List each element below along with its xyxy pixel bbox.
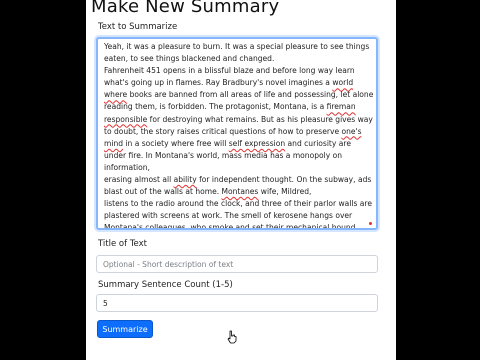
textarea-line: Fahrenheit 451 opens in a blissful blaze…	[104, 66, 355, 76]
textarea-line: blast out of the walls at home. Montanes…	[104, 187, 312, 197]
hand-cursor-icon	[227, 330, 237, 344]
textarea-line: listens to the radio around the clock, a…	[104, 199, 373, 209]
text-to-summarize-label: Text to Summarize	[98, 22, 178, 32]
textarea-line: to doubt, the story raises critical ques…	[104, 126, 362, 136]
page-title: Make New Summary	[91, 0, 280, 17]
textarea-line: plastered with screens at work. The smel…	[104, 211, 353, 221]
textarea-line: Montana's colleagues, who smoke and set …	[104, 223, 356, 230]
textarea-line: Yeah, it was a pleasure to burn. It was …	[104, 42, 370, 51]
textarea-line: erasing almost all ability for independe…	[104, 175, 372, 185]
textarea-line: under fire. In Montana's world, mass med…	[104, 150, 342, 160]
textarea-line: where books are banned from all areas of…	[104, 90, 374, 100]
textarea-line: information,	[104, 162, 150, 172]
textarea-line: eaten, to see things blackened and chang…	[104, 54, 275, 64]
summary-count-label: Summary Sentence Count (1-5)	[98, 280, 233, 290]
textarea-line: mind in a society where free will self e…	[104, 138, 351, 148]
textarea-line: reading them, is forbidden. The protagon…	[104, 102, 356, 112]
summary-page: Make New Summary Text to Summarize Yeah,…	[86, 0, 396, 360]
textarea-content: Yeah, it was a pleasure to burn. It was …	[98, 39, 376, 230]
title-of-text-label: Title of Text	[98, 239, 148, 249]
spellcheck-indicator-icon	[369, 222, 372, 225]
textarea-line: what's going up in flames. Ray Bradbury'…	[104, 78, 354, 88]
textarea-line: responsible for destroying what remains.…	[104, 114, 373, 124]
summarize-button[interactable]: Summarize	[97, 320, 153, 338]
summary-count-input[interactable]	[96, 294, 378, 312]
text-to-summarize-textarea[interactable]: Yeah, it was a pleasure to burn. It was …	[96, 37, 378, 230]
title-of-text-input[interactable]	[96, 255, 378, 273]
